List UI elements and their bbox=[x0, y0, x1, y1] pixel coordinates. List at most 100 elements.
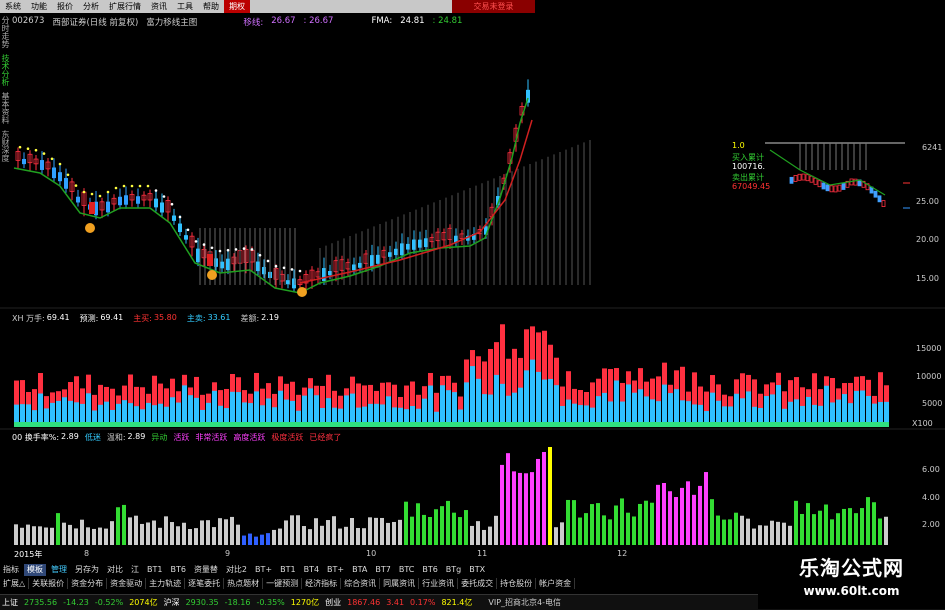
tab-item[interactable]: BTA bbox=[349, 564, 370, 576]
volume-bar bbox=[860, 376, 865, 422]
stock-code: 002673 bbox=[12, 16, 45, 26]
volume-bar bbox=[188, 395, 193, 422]
side-tab-depth[interactable]: 东财深度 bbox=[0, 130, 11, 162]
tab-item[interactable]: BT4 bbox=[301, 564, 322, 576]
menu-item-help[interactable]: 帮助 bbox=[198, 0, 224, 13]
turnover-bar bbox=[680, 487, 684, 545]
volume-bar bbox=[314, 395, 319, 422]
candle bbox=[352, 264, 356, 271]
volume-bar bbox=[854, 376, 859, 422]
side-tab-fundamentals[interactable]: 基本资料 bbox=[0, 92, 11, 124]
side-tab-intraday[interactable]: 分时走势 bbox=[0, 16, 11, 48]
tab-item[interactable]: BT1 bbox=[144, 564, 165, 576]
tab-item[interactable]: 管理 bbox=[48, 564, 70, 576]
volume-bar bbox=[170, 378, 175, 422]
tab-item[interactable]: BT6 bbox=[419, 564, 440, 576]
tool-item[interactable]: 经济指标 bbox=[302, 578, 342, 589]
menu-item-tools[interactable]: 工具 bbox=[172, 0, 198, 13]
turnover-bar bbox=[386, 522, 390, 545]
turnover-bar bbox=[44, 527, 48, 545]
side-tab-technical[interactable]: 技术分析 bbox=[0, 54, 11, 86]
volume-bar bbox=[434, 411, 439, 422]
tab-item[interactable]: 指标 bbox=[0, 564, 22, 576]
volume-bar bbox=[380, 382, 385, 422]
tool-item[interactable]: 逐笔委托 bbox=[185, 578, 225, 589]
tab-item[interactable]: BTX bbox=[466, 564, 488, 576]
volume-bar bbox=[572, 403, 577, 422]
tab-item[interactable]: 江 bbox=[128, 564, 142, 576]
vip-server-label[interactable]: VIP_招商北京4-电信 bbox=[488, 597, 561, 608]
tool-item[interactable]: 扩展△ bbox=[0, 578, 30, 589]
cy-index-change: 3.41 bbox=[386, 598, 405, 607]
volume-bar bbox=[752, 406, 757, 422]
menu-item-system[interactable]: 系统 bbox=[0, 0, 26, 13]
turnover-bar bbox=[542, 451, 546, 545]
tool-item[interactable]: 综合资讯 bbox=[341, 578, 381, 589]
candle bbox=[22, 158, 26, 165]
turnover-bar bbox=[20, 527, 24, 545]
menu-item-news[interactable]: 资讯 bbox=[146, 0, 172, 13]
tool-item[interactable]: 资金驱动 bbox=[107, 578, 147, 589]
trade-login-button[interactable]: 交易未登录 bbox=[452, 0, 535, 13]
tool-item[interactable]: 同属资讯 bbox=[380, 578, 420, 589]
tool-item[interactable]: 热点题材 bbox=[224, 578, 264, 589]
volume-bar bbox=[764, 395, 769, 422]
turnover-bar bbox=[260, 534, 264, 545]
tool-item[interactable]: 帐户资金 bbox=[536, 578, 576, 589]
turnover-bar bbox=[668, 491, 672, 545]
turnover-bar bbox=[434, 509, 438, 545]
menu-item-extended[interactable]: 扩展行情 bbox=[104, 0, 146, 13]
tab-item[interactable]: 资量替 bbox=[191, 564, 221, 576]
main-sell-value: 33.61 bbox=[207, 313, 231, 322]
candle bbox=[501, 177, 507, 184]
tool-item[interactable]: 主力轨迹 bbox=[146, 578, 186, 589]
signal-marker bbox=[85, 223, 95, 233]
volume-bar bbox=[842, 383, 847, 422]
volume-bar bbox=[290, 400, 295, 422]
volume-bar bbox=[794, 377, 799, 422]
volume-bar bbox=[422, 398, 427, 422]
turnover-bar bbox=[884, 516, 888, 545]
tab-item[interactable]: 对比 bbox=[104, 564, 126, 576]
tab-item[interactable]: BTC bbox=[396, 564, 418, 576]
menu-item-options[interactable]: 期权 bbox=[224, 0, 250, 13]
tab-item[interactable]: 另存为 bbox=[72, 564, 102, 576]
candle bbox=[231, 256, 237, 265]
tab-item[interactable]: BTg bbox=[443, 564, 464, 576]
tab-item[interactable]: BT+ bbox=[252, 564, 275, 576]
turnover-bar bbox=[470, 525, 474, 545]
tool-item[interactable]: 持仓股份 bbox=[497, 578, 537, 589]
template-name[interactable]: 富力移线主图 bbox=[146, 16, 197, 28]
tool-item[interactable]: 一键预测 bbox=[263, 578, 303, 589]
sh-index-label[interactable]: 上证 bbox=[2, 597, 18, 608]
trend-dot bbox=[274, 264, 278, 268]
turnover-bar bbox=[62, 522, 66, 545]
volume-bar bbox=[698, 386, 703, 422]
tab-item[interactable]: BT6 bbox=[167, 564, 188, 576]
menu-item-analysis[interactable]: 分析 bbox=[78, 0, 104, 13]
turnover-bar bbox=[380, 517, 384, 545]
predict-label: 预测: bbox=[79, 314, 99, 323]
trend-dot bbox=[250, 248, 254, 251]
tool-item[interactable]: 行业资讯 bbox=[419, 578, 459, 589]
tab-item[interactable]: BT+ bbox=[324, 564, 347, 576]
sz-index-label[interactable]: 沪深 bbox=[164, 597, 180, 608]
turnover-bar bbox=[104, 528, 108, 545]
tool-item[interactable]: 委托成交 bbox=[458, 578, 498, 589]
cy-index-label[interactable]: 创业 bbox=[325, 597, 341, 608]
volume-bar bbox=[824, 385, 829, 422]
tab-item[interactable]: BT7 bbox=[372, 564, 393, 576]
volume-bar bbox=[176, 391, 181, 422]
tab-item[interactable]: BT1 bbox=[277, 564, 298, 576]
tool-item[interactable]: 关联报价 bbox=[29, 578, 69, 589]
volume-bar bbox=[314, 385, 319, 422]
menu-item-function[interactable]: 功能 bbox=[26, 0, 52, 13]
tool-item[interactable]: 资金分布 bbox=[68, 578, 108, 589]
volume-bar bbox=[284, 383, 289, 422]
tab-item[interactable]: 对比2 bbox=[223, 564, 250, 576]
main-buy-value: 35.80 bbox=[153, 313, 177, 322]
menu-item-quote[interactable]: 报价 bbox=[52, 0, 78, 13]
volume-bar bbox=[158, 403, 163, 422]
volume-bar bbox=[386, 382, 391, 422]
tab-item[interactable]: 模板 bbox=[24, 564, 46, 576]
